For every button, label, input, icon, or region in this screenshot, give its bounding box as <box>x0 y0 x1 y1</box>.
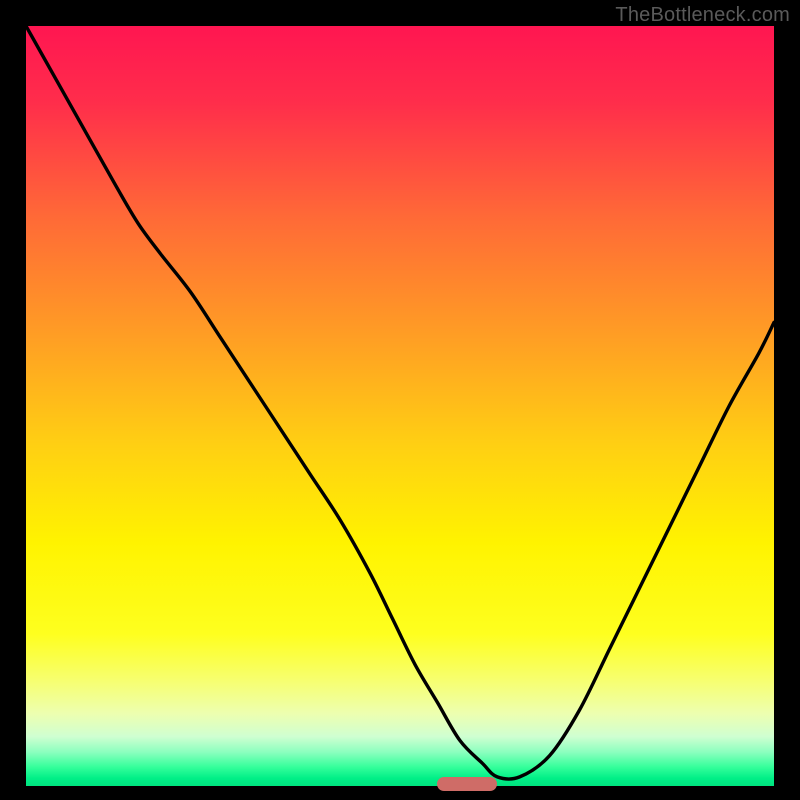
watermark-text: TheBottleneck.com <box>615 4 790 27</box>
bottleneck-chart <box>26 26 774 786</box>
gradient-background <box>26 26 774 786</box>
optimal-range-marker <box>437 777 497 791</box>
chart-frame: TheBottleneck.com <box>0 0 800 800</box>
